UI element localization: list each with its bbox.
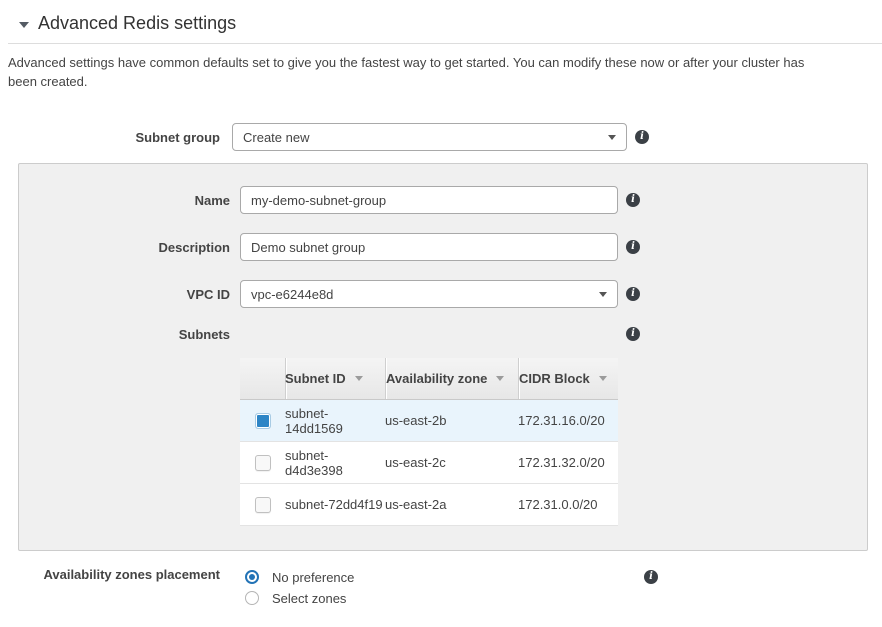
- name-input[interactable]: [240, 186, 618, 214]
- name-info-icon[interactable]: i: [626, 193, 640, 207]
- vpc-id-label: VPC ID: [19, 287, 230, 302]
- cidr-block-cell: 172.31.32.0/20: [518, 442, 618, 483]
- subnet-group-info-icon[interactable]: i: [635, 130, 649, 144]
- vpc-id-row: VPC ID vpc-e6244e8d i: [19, 280, 867, 308]
- subnets-label: Subnets: [19, 327, 230, 342]
- az-placement-options: No preference Select zones: [245, 567, 636, 609]
- caret-down-icon: [608, 135, 616, 140]
- availability-zones-placement-label: Availability zones placement: [0, 567, 220, 582]
- table-row[interactable]: subnet-d4d3e398 us-east-2c 172.31.32.0/2…: [240, 442, 618, 484]
- subnets-table-body: subnet-14dd1569 us-east-2b 172.31.16.0/2…: [240, 400, 618, 526]
- subnet-group-row: Subnet group Create new i: [0, 123, 882, 151]
- subnets-info-icon[interactable]: i: [626, 327, 640, 341]
- section-title: Advanced Redis settings: [38, 13, 236, 34]
- radio-selected-icon[interactable]: [245, 570, 259, 584]
- section-description: Advanced settings have common defaults s…: [8, 53, 836, 91]
- description-row: Description i: [19, 233, 867, 261]
- description-label: Description: [19, 240, 230, 255]
- caret-down-icon: [599, 292, 607, 297]
- column-header-availability-zone[interactable]: Availability zone: [385, 358, 518, 399]
- column-label: Availability zone: [386, 371, 487, 386]
- radio-unselected-icon[interactable]: [245, 591, 259, 605]
- az-placement-info-icon[interactable]: i: [644, 570, 658, 584]
- table-row[interactable]: subnet-72dd4f19 us-east-2a 172.31.0.0/20: [240, 484, 618, 526]
- column-label: CIDR Block: [519, 371, 590, 386]
- sort-caret-icon: [599, 376, 607, 381]
- subnets-table-header: Subnet ID Availability zone CIDR Block: [240, 358, 618, 400]
- subnet-group-label: Subnet group: [0, 130, 220, 145]
- name-row: Name i: [19, 186, 867, 214]
- vpc-id-select[interactable]: vpc-e6244e8d: [240, 280, 618, 308]
- radio-label: Select zones: [272, 591, 346, 606]
- sort-caret-icon: [355, 376, 363, 381]
- section-header-toggle[interactable]: Advanced Redis settings: [8, 0, 882, 44]
- row-checkbox-checked[interactable]: [255, 413, 271, 429]
- sort-caret-icon: [496, 376, 504, 381]
- subnets-row: Subnets i: [19, 327, 867, 343]
- column-header-cidr-block[interactable]: CIDR Block: [518, 358, 618, 399]
- radio-label: No preference: [272, 570, 354, 585]
- subnet-group-selected-value: Create new: [243, 130, 309, 145]
- radio-option-select-zones[interactable]: Select zones: [245, 588, 636, 608]
- advanced-redis-settings-section: Advanced Redis settings Advanced setting…: [0, 0, 882, 609]
- vpc-id-selected-value: vpc-e6244e8d: [251, 287, 333, 302]
- availability-zone-cell: us-east-2b: [385, 400, 518, 441]
- row-checkbox-unchecked[interactable]: [255, 455, 271, 471]
- row-checkbox-unchecked[interactable]: [255, 497, 271, 513]
- subnet-id-cell: subnet-d4d3e398: [285, 442, 385, 483]
- subnet-group-select[interactable]: Create new: [232, 123, 627, 151]
- vpc-id-info-icon[interactable]: i: [626, 287, 640, 301]
- availability-zone-cell: us-east-2a: [385, 484, 518, 525]
- name-label: Name: [19, 193, 230, 208]
- column-header-subnet-id[interactable]: Subnet ID: [285, 358, 385, 399]
- table-row[interactable]: subnet-14dd1569 us-east-2b 172.31.16.0/2…: [240, 400, 618, 442]
- subnets-spacer: [240, 327, 618, 343]
- collapse-arrow-icon: [19, 22, 29, 28]
- cidr-block-cell: 172.31.0.0/20: [518, 484, 618, 525]
- availability-zones-placement-row: Availability zones placement No preferen…: [0, 567, 882, 609]
- radio-option-no-preference[interactable]: No preference: [245, 567, 636, 587]
- select-column-header: [240, 358, 285, 399]
- subnet-id-cell: subnet-72dd4f19: [285, 484, 385, 525]
- description-info-icon[interactable]: i: [626, 240, 640, 254]
- subnets-table: Subnet ID Availability zone CIDR Block s…: [240, 358, 618, 526]
- description-input[interactable]: [240, 233, 618, 261]
- column-label: Subnet ID: [285, 371, 346, 386]
- subnet-group-panel: Name i Description i VPC ID vpc-e6244e8d…: [18, 163, 868, 551]
- availability-zone-cell: us-east-2c: [385, 442, 518, 483]
- cidr-block-cell: 172.31.16.0/20: [518, 400, 618, 441]
- subnet-id-cell: subnet-14dd1569: [285, 400, 385, 441]
